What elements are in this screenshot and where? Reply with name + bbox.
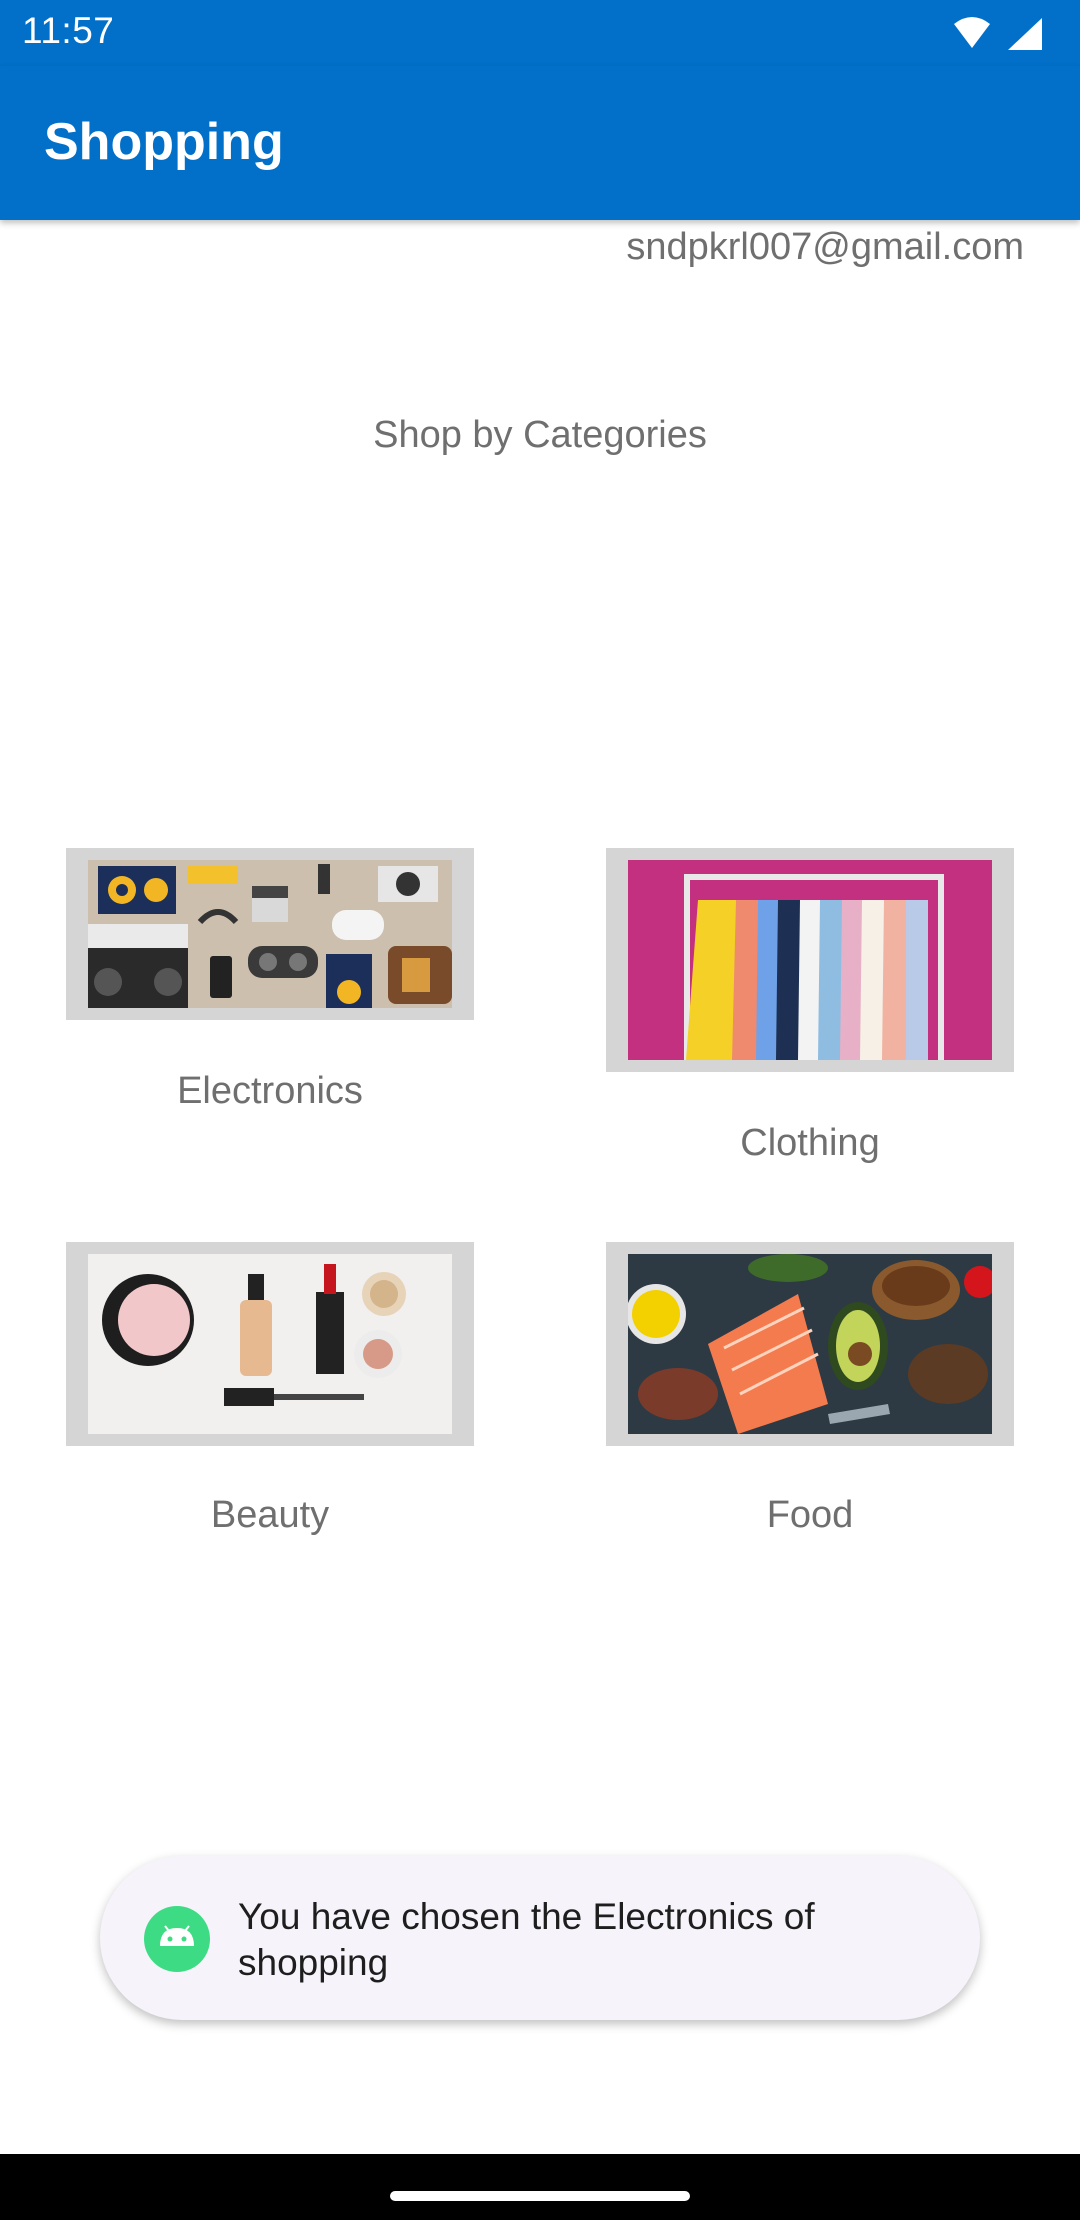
beauty-image [88, 1254, 452, 1434]
section-title: Shop by Categories [373, 414, 707, 456]
category-label-electronics: Electronics [177, 1070, 363, 1112]
home-gesture-handle[interactable] [390, 2191, 690, 2201]
app-bar: Shopping [0, 66, 1080, 220]
category-label-beauty: Beauty [210, 1494, 330, 1536]
category-card-beauty[interactable] [66, 1242, 474, 1446]
signal-icon [1008, 18, 1042, 50]
app-title: Shopping [44, 113, 284, 171]
category-label-food: Food [766, 1494, 854, 1536]
status-time: 11:57 [22, 10, 115, 51]
category-card-food[interactable] [606, 1242, 1014, 1446]
category-card-clothing[interactable] [606, 848, 1014, 1072]
toast-message: You have chosen the Electronics of shopp… [100, 1856, 980, 2020]
toast-text: You have chosen the Electronics of shopp… [238, 1896, 815, 1983]
user-email: sndpkrl007@gmail.com [626, 226, 1024, 268]
electronics-image [88, 860, 452, 1008]
clothing-image [628, 860, 992, 1060]
android-icon [144, 1906, 210, 1972]
category-label-clothing: Clothing [740, 1122, 880, 1164]
status-bar: 11:57 [0, 0, 1080, 66]
navigation-bar [0, 2154, 1080, 2220]
category-card-electronics[interactable] [66, 848, 474, 1020]
food-image [628, 1254, 992, 1434]
